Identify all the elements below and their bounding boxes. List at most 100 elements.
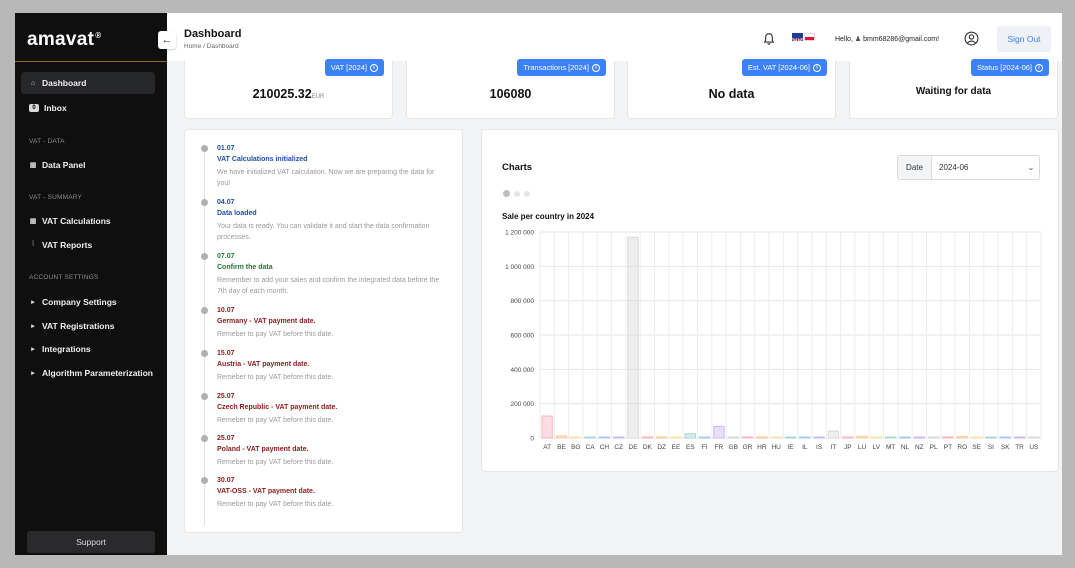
x-tick-label: GB [729,444,738,451]
breadcrumb[interactable]: Home / Dashboard [184,43,239,50]
stat-badge[interactable]: Status [2024-06] i [970,59,1049,76]
timeline-title: VAT-OSS - VAT payment date. [217,488,315,495]
x-tick-label: MT [886,444,895,451]
timeline-desc: Remember to add your sales and confirm t… [217,277,440,295]
info-icon[interactable]: i [592,63,600,72]
stat-card-vat: VAT [2024] i 210025.32EUR [184,59,393,119]
y-tick-label: 0 [530,436,534,443]
x-tick-label: SK [1001,444,1010,451]
sidebar-item-label: Integrations [42,344,91,354]
sidebar-item-data-panel[interactable]: ▦ Data Panel [21,154,155,176]
bar-ca [584,436,596,439]
collapse-sidebar-button[interactable]: ← [158,31,176,49]
sidebar-item-vat-registrations[interactable]: ▸ VAT Registrations [21,315,155,337]
top-header: Dashboard Home / Dashboard Hello, ♟ bmm6… [167,13,1062,61]
section-title: VAT - DATA [29,138,65,145]
x-tick-label: IL [802,444,808,451]
app-window: amavat® ⌂ Dashboard 0 Inbox VAT - DATA ▦… [15,13,1062,555]
sidebar-item-label: Data Panel [42,160,86,170]
timeline-date: 25.07 [217,435,235,442]
x-tick-label: US [1029,444,1039,451]
timeline-desc: Remeber to pay VAT before this date. [217,501,334,508]
bar-tr [1013,436,1026,439]
timeline-desc: Your data is ready. You can validate it … [217,223,430,241]
bell-icon[interactable] [762,32,776,46]
support-button[interactable]: Support [27,531,155,553]
bar-nl [899,436,911,439]
sidebar-item-inbox[interactable]: 0 Inbox [21,97,155,119]
x-tick-label: FI [702,444,708,451]
sign-out-button[interactable]: Sign Out [997,26,1051,52]
timeline-dot [201,199,208,206]
x-tick-label: FR [715,444,724,451]
timeline-dot [201,307,208,314]
timeline-title: Data loaded [217,210,257,217]
y-tick-label: 800 000 [511,298,535,305]
timeline-dot [201,253,208,260]
timeline-dot [201,435,208,442]
stat-badge[interactable]: VAT [2024] i [324,59,384,76]
x-tick-label: DE [629,444,639,451]
x-tick-label: LU [858,444,867,451]
timeline-title: Confirm the data [217,264,273,271]
stat-badge[interactable]: Est. VAT [2024-06] i [741,59,827,76]
x-tick-label: TR [1015,444,1024,451]
info-icon[interactable]: i [370,63,378,72]
chart-icon: ⫶ [32,241,34,248]
user-small-icon: ♟ [854,36,862,43]
sidebar-item-label: VAT Reports [42,240,93,250]
sidebar-item-vat-reports[interactable]: ⫶ VAT Reports [21,234,155,256]
section-title: VAT - SUMMARY [29,194,83,201]
bar-es [684,433,696,439]
bar-is [813,436,825,439]
stat-value: 210025.32EUR [252,87,325,101]
bar-us [1028,436,1040,439]
x-tick-label: JP [844,444,852,451]
charts-card: Charts Date 2024-06 ⌄ Sale per country i… [481,129,1059,472]
bar-cz [613,436,625,439]
x-tick-label: BG [571,444,580,451]
bar-jp [842,436,854,439]
timeline-desc: Remeber to pay VAT before this date. [217,374,334,381]
user-profile-icon[interactable] [964,31,979,46]
bar-dz [656,436,668,439]
bar-at [541,415,553,439]
x-tick-label: CA [586,444,596,451]
x-tick-label: BE [557,444,566,451]
x-tick-label: EE [672,444,681,451]
sidebar-item-algorithm-parameterization[interactable]: ▸ Algorithm Parameterization [21,362,155,384]
bar-ro [956,436,968,439]
timeline-date: 30.07 [217,477,235,484]
brand-logo[interactable]: amavat® [27,29,102,51]
sidebar-item-company-settings[interactable]: ▸ Company Settings [21,291,155,313]
info-icon[interactable]: i [813,63,821,72]
sidebar-item-integrations[interactable]: ▸ Integrations [21,338,155,360]
x-tick-label: CH [600,444,610,451]
info-icon[interactable]: i [1035,63,1043,72]
user-greeting: Hello, ♟ bmm68286@gmail.com! [835,36,940,43]
bar-ch [598,436,611,439]
stat-card-est-vat: Est. VAT [2024-06] i No data [627,59,836,119]
uk-flag-icon[interactable] [792,33,803,41]
sidebar-item-label: VAT Calculations [42,216,111,226]
x-tick-label: CZ [614,444,623,451]
bar-bg [570,436,582,439]
stat-card-status: Status [2024-06] i Waiting for data [849,59,1058,119]
timeline-dot [201,350,208,357]
bar-pt [942,436,954,439]
bar-nz [913,436,925,439]
sidebar-item-dashboard[interactable]: ⌂ Dashboard [21,72,155,94]
timeline-date: 04.07 [217,199,235,206]
bar-it [827,430,840,439]
timeline-desc: Remeber to pay VAT before this date. [217,459,334,466]
pl-flag-icon[interactable] [804,33,815,41]
x-tick-label: SE [972,444,981,451]
bar-ee [670,436,682,439]
bar-hr [756,436,768,439]
stat-badge[interactable]: Transactions [2024] i [517,59,606,76]
x-tick-label: NL [901,444,910,451]
language-switcher[interactable] [792,33,815,41]
sidebar-item-vat-calculations[interactable]: ▦ VAT Calculations [21,210,155,232]
caret-right-icon: ▸ [31,346,35,353]
bar-fi [698,436,711,439]
